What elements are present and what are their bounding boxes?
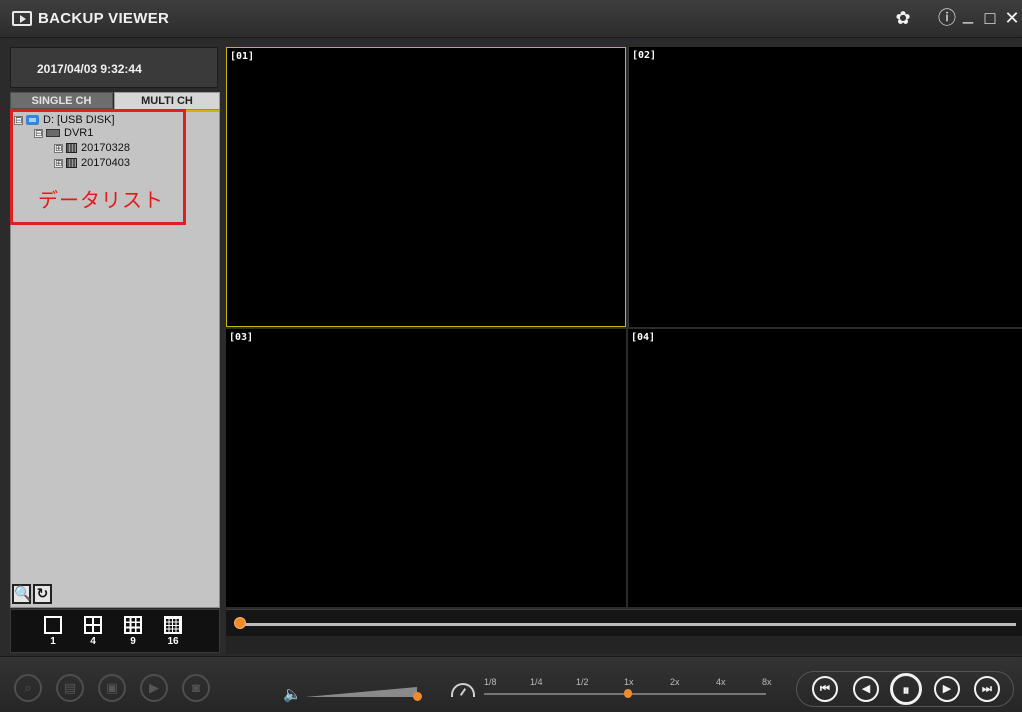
video-channel-03[interactable]: [03] (226, 329, 626, 607)
speaker-icon[interactable]: 🔈 (283, 685, 302, 703)
zoom-button[interactable]: ⌕ (14, 674, 42, 702)
playback-controls: ⏮ ◀ ⏸ ▶ ⏭ (796, 671, 1014, 707)
tab-single-ch[interactable]: SINGLE CH (10, 92, 113, 109)
timeline-track[interactable] (240, 623, 1016, 626)
channel-label: [04] (631, 332, 656, 343)
backup-viewer-window: BACKUP VIEWER ✿ ⓘ _ □ ✕ 2017/04/03 9:32:… (0, 0, 1022, 712)
app-title: BACKUP VIEWER (38, 10, 170, 27)
channel-label: [03] (229, 332, 254, 343)
layout-9-button[interactable]: 9 (121, 616, 145, 647)
speed-label[interactable]: 8x (762, 677, 772, 687)
channel-label: [02] (632, 50, 657, 61)
speed-label[interactable]: 1/2 (576, 677, 589, 687)
speed-label[interactable]: 2x (670, 677, 680, 687)
record-button[interactable]: ◙ (182, 674, 210, 702)
play-forward-button[interactable]: ▶ (934, 676, 960, 702)
print-icon: ▤ (63, 680, 77, 695)
current-datetime: 2017/04/03 9:32:44 (10, 47, 218, 88)
zoom-icon: ⌕ (24, 680, 32, 695)
print-button[interactable]: ▤ (56, 674, 84, 702)
playback-timeline (226, 609, 1022, 654)
play-backward-button[interactable]: ◀ (853, 676, 879, 702)
video-channel-02[interactable]: [02] (628, 47, 1022, 327)
pause-button[interactable]: ⏸ (890, 673, 922, 705)
timeline-strip (226, 636, 1022, 654)
tab-multi-ch[interactable]: MULTI CH (114, 92, 220, 109)
skip-to-start-button[interactable]: ⏮ (812, 676, 838, 702)
export-video-button[interactable]: ▶ (140, 674, 168, 702)
video-channel-04[interactable]: [04] (628, 329, 1022, 607)
volume-knob[interactable] (413, 692, 422, 701)
search-button[interactable]: 🔍 (12, 584, 31, 604)
video-channel-01[interactable]: [01] (226, 47, 626, 327)
channel-label: [01] (230, 51, 255, 62)
speed-label[interactable]: 4x (716, 677, 726, 687)
speedometer-icon (451, 683, 475, 697)
control-bar: ⌕ ▤ ▣ ▶ ◙ 🔈 1/8 1/4 1/2 1x 2x 4x 8x ⏮ ◀ … (0, 656, 1022, 712)
split-4-icon (84, 616, 102, 634)
speed-label[interactable]: 1x (624, 677, 634, 687)
gear-icon[interactable]: ✿ (893, 8, 913, 30)
close-icon[interactable]: ✕ (1002, 8, 1022, 30)
layout-selector: 1 4 9 16 (10, 609, 220, 653)
layout-4-button[interactable]: 4 (81, 616, 105, 647)
title-bar: BACKUP VIEWER ✿ ⓘ _ □ ✕ (0, 0, 1022, 38)
layout-16-button[interactable]: 16 (161, 616, 185, 647)
speed-knob[interactable] (624, 689, 632, 698)
image-icon: ▣ (105, 680, 119, 695)
split-9-icon (124, 616, 142, 634)
speed-label[interactable]: 1/8 (484, 677, 497, 687)
volume-slider[interactable] (305, 687, 417, 697)
refresh-button[interactable]: ↻ (33, 584, 52, 604)
maximize-icon[interactable]: □ (980, 8, 1000, 30)
video-record-icon: ◙ (192, 680, 200, 695)
minimize-icon[interactable]: _ (958, 4, 978, 26)
video-export-icon: ▶ (149, 680, 159, 695)
annotation-label: データリスト (38, 188, 164, 212)
play-window-icon (12, 11, 32, 26)
speed-label[interactable]: 1/4 (530, 677, 543, 687)
timeline-scrubber[interactable] (234, 617, 246, 629)
channel-mode-tabs: SINGLE CH MULTI CH (10, 92, 220, 109)
snapshot-button[interactable]: ▣ (98, 674, 126, 702)
split-1-icon (44, 616, 62, 634)
skip-to-end-button[interactable]: ⏭ (974, 676, 1000, 702)
info-icon[interactable]: ⓘ (937, 8, 957, 30)
layout-1-button[interactable]: 1 (41, 616, 65, 647)
split-16-icon (164, 616, 182, 634)
